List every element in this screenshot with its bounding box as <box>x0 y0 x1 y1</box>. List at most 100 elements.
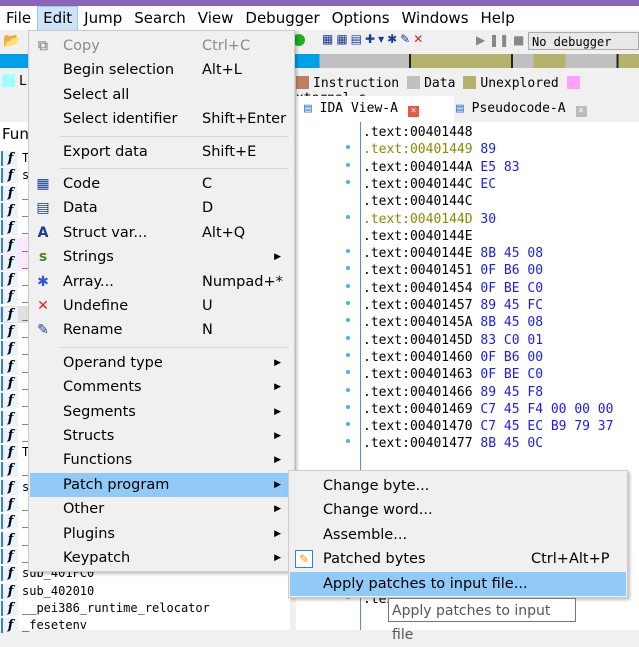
function-row[interactable]: f _fesetenv <box>0 617 290 634</box>
close-tab-icon[interactable]: × <box>575 106 587 117</box>
menu-item-undefine[interactable]: ✕ Undefine U <box>30 294 293 318</box>
submenu-item-apply-patches-to-input-file[interactable]: Apply patches to input file... <box>290 571 626 596</box>
menu-help[interactable]: Help <box>475 6 521 30</box>
code-line[interactable]: .text:00401460 0F B6 00 <box>363 349 543 366</box>
toolbar-create-icons[interactable]: ▦▦▤✚▾✱✎✕ <box>322 32 426 46</box>
menu-edit[interactable]: Edit <box>37 6 79 31</box>
code-line[interactable] <box>363 453 371 470</box>
menu-item-shortcut: Alt+Q <box>202 224 246 241</box>
menu-item-label: Other <box>63 501 105 518</box>
code-line[interactable]: .text:0040144E <box>363 228 480 245</box>
submenu-arrow-icon: ▶ <box>274 479 281 490</box>
code-line[interactable]: .text:00401477 8B 45 0C <box>363 435 543 452</box>
submenu-arrow-icon: ▶ <box>274 504 281 515</box>
menu-item-patch-program[interactable]: Patch program ▶ <box>30 472 293 497</box>
menu-item-segments[interactable]: Segments ▶ <box>30 400 293 424</box>
menu-item-copy[interactable]: ⧉ Copy Ctrl+C <box>30 34 293 58</box>
menu-item-other[interactable]: Other ▶ <box>30 497 293 521</box>
menu-item-array[interactable]: ✱ Array... Numpad+* <box>30 270 293 294</box>
tab-pseudocode-a[interactable]: ▤ Pseudocode-A × <box>448 96 639 122</box>
menu-debugger[interactable]: Debugger <box>239 6 325 30</box>
patched-bytes-icon: ✎ <box>295 550 313 569</box>
function-row[interactable]: f __pei386_runtime_relocator <box>0 600 290 617</box>
menu-item-label: Functions <box>63 452 133 469</box>
code-line[interactable]: .text:00401448 <box>363 124 480 141</box>
bytes: 0F BE C0 <box>480 280 544 296</box>
code-line[interactable]: .text:00401466 89 45 F8 <box>363 384 543 401</box>
legend-label: Data <box>424 76 456 91</box>
code-line[interactable]: .text:0040144A E5 83 <box>363 159 520 176</box>
menu-item-structs[interactable]: Structs ▶ <box>30 424 293 448</box>
code-line[interactable]: .text:0040145D 83 C0 01 <box>363 332 543 349</box>
function-icon: f <box>1 375 18 391</box>
code-line[interactable]: .text:00401449 89 <box>363 141 496 158</box>
menu-file[interactable]: File <box>0 6 37 30</box>
menu-item-label: Segments <box>63 403 136 420</box>
bytes: 89 <box>480 142 497 158</box>
breakpoint-dot <box>346 145 350 150</box>
menu-item-export-data[interactable]: Export data Shift+E <box>30 140 293 164</box>
legend-label: Instruction <box>313 76 400 91</box>
menu-search[interactable]: Search <box>128 6 192 30</box>
submenu-item-change-byte[interactable]: Change byte... <box>290 474 626 498</box>
tab-ida-view-a[interactable]: ▤ IDA View-A × <box>296 96 454 122</box>
menu-item-data[interactable]: ▤ Data D <box>30 196 293 220</box>
menu-item-operand-type[interactable]: Operand type ▶ <box>30 351 293 375</box>
open-icon[interactable]: 📂 <box>3 33 20 49</box>
function-icon: f <box>1 358 18 374</box>
close-tab-icon[interactable]: × <box>407 106 419 117</box>
menu-item-plugins[interactable]: Plugins ▶ <box>30 522 293 546</box>
function-name: _fesetenv <box>22 618 88 633</box>
debug-controls-icons[interactable]: ▶ ❚❚ ■ <box>476 33 524 47</box>
bytes: C7 45 EC B9 79 37 <box>480 419 614 435</box>
breakpoint-dot <box>346 404 350 409</box>
submenu-item-change-word[interactable]: Change word... <box>290 498 626 522</box>
submenu-item-assemble[interactable]: Assemble... <box>290 523 626 547</box>
menu-windows[interactable]: Windows <box>396 6 475 30</box>
menu-item-begin-selection[interactable]: Begin selection Alt+L <box>30 58 293 82</box>
address: .text:0040144D <box>363 211 473 227</box>
menu-item-strings[interactable]: s Strings ▶ <box>30 245 293 269</box>
function-icon: f <box>1 600 18 616</box>
menu-item-rename[interactable]: ✎ Rename N <box>30 318 293 342</box>
menu-item-struct-var[interactable]: A Struct var... Alt+Q <box>30 221 293 245</box>
function-icon: f <box>1 514 18 530</box>
function-icon: f <box>1 479 18 495</box>
menu-item-keypatch[interactable]: Keypatch ▶ <box>30 546 293 570</box>
code-line[interactable]: .text:0040144D 30 <box>363 211 496 228</box>
code-line[interactable]: .text:00401470 C7 45 EC B9 79 37 <box>363 418 613 435</box>
menu-item-code[interactable]: ▦ Code C <box>30 172 293 196</box>
code-line[interactable]: .text:00401469 C7 45 F4 00 00 00 <box>363 401 613 418</box>
function-icon: f <box>1 618 18 634</box>
menu-item-comments[interactable]: Comments ▶ <box>30 375 293 399</box>
debugger-select[interactable]: No debugger <box>528 32 639 50</box>
address: .text:00401454 <box>363 280 473 296</box>
code-line[interactable]: .text:00401463 0F BE C0 <box>363 366 543 383</box>
menu-options[interactable]: Options <box>326 6 396 30</box>
breakpoint-dot <box>346 283 350 288</box>
function-row[interactable]: f sub_402010 <box>0 583 290 600</box>
function-icon: f <box>1 341 18 357</box>
address: .text:00401449 <box>363 142 473 158</box>
function-name: sub_402010 <box>22 583 95 598</box>
submenu-arrow-icon: ▶ <box>274 252 281 263</box>
function-icon: f <box>1 410 18 426</box>
code-line[interactable]: .text:0040145A 8B 45 08 <box>363 314 543 331</box>
menu-item-shortcut: N <box>202 322 213 339</box>
code-line[interactable]: .text:00401451 0F B6 00 <box>363 262 543 279</box>
code-icon: ▦ <box>36 176 50 192</box>
menu-item-label: Rename <box>63 322 123 339</box>
code-line[interactable]: .text:0040144C EC <box>363 176 496 193</box>
code-line[interactable]: .text:00401457 89 45 FC <box>363 297 543 314</box>
menu-item-select-identifier[interactable]: Select identifier Shift+Enter <box>30 107 293 131</box>
menu-jump[interactable]: Jump <box>78 6 128 30</box>
submenu-item-patched-bytes[interactable]: ✎ Patched bytes Ctrl+Alt+P <box>290 547 626 571</box>
menu-view[interactable]: View <box>192 6 240 30</box>
code-line[interactable]: .text:00401454 0F BE C0 <box>363 280 543 297</box>
code-line[interactable]: .text:0040144C <box>363 193 480 210</box>
code-line[interactable]: .text:0040144E 8B 45 08 <box>363 245 543 262</box>
menu-item-label: Comments <box>63 379 142 396</box>
menu-item-functions[interactable]: Functions ▶ <box>30 448 293 472</box>
menu-item-label: Patch program <box>63 476 170 493</box>
menu-item-select-all[interactable]: Select all <box>30 83 293 107</box>
